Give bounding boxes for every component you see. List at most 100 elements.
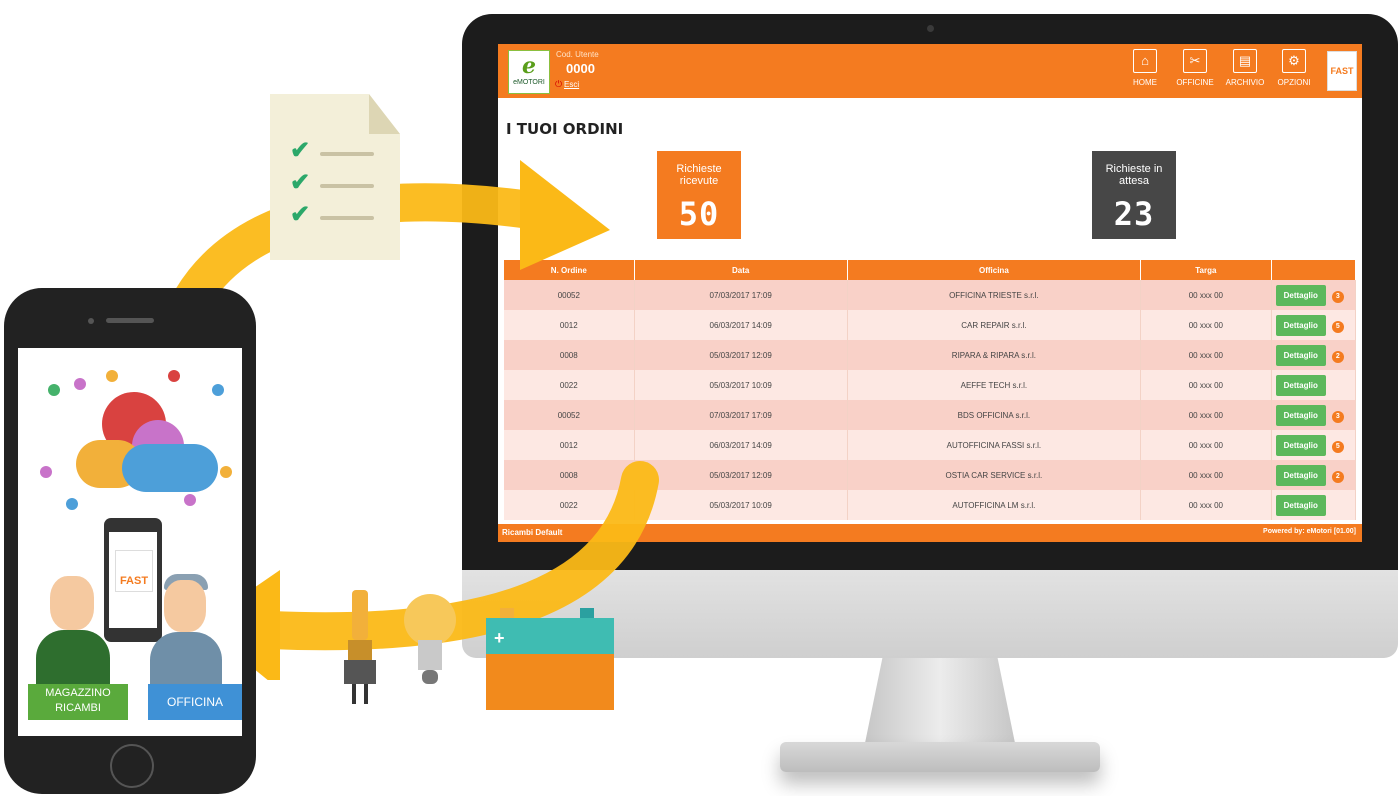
order-date: 05/03/2017 10:09: [634, 370, 848, 400]
mini-phone-icon: FAST: [104, 518, 162, 642]
order-actions: Dettaglio 2: [1271, 460, 1357, 490]
light-bulb-icon: [404, 594, 456, 684]
mechanic-head: [164, 580, 206, 632]
emotori-logo[interactable]: e eMOTORI: [508, 50, 550, 94]
check-icon: ✔: [290, 137, 311, 164]
order-plate: 00 xxx 00: [1140, 340, 1272, 370]
car-battery-icon: +: [486, 608, 614, 710]
label-officina: OFFICINA: [148, 684, 242, 720]
counter-waiting[interactable]: Richieste in attesa 23: [1092, 151, 1176, 239]
order-actions: Dettaglio: [1271, 490, 1357, 520]
phone-home-button[interactable]: [110, 744, 154, 788]
nav-officine[interactable]: ✂ OFFICINE: [1170, 49, 1220, 95]
mechanic-illustration: [150, 632, 222, 690]
detail-button[interactable]: Dettaglio: [1275, 404, 1326, 426]
check-icon: ✔: [290, 201, 311, 228]
app-header: e eMOTORI Cod. Utente 0000 ⏻ Esci ⌂ HOME…: [498, 44, 1362, 98]
order-number: 0022: [504, 370, 635, 400]
col-date[interactable]: Data: [634, 260, 848, 280]
power-icon[interactable]: ⏻: [555, 79, 562, 90]
archive-icon: ▤: [1233, 49, 1257, 73]
order-plate: 00 xxx 00: [1140, 460, 1272, 490]
order-plate: 00 xxx 00: [1140, 490, 1272, 520]
user-code-label: Cod. Utente: [556, 50, 599, 59]
camera-icon: [927, 25, 934, 32]
counter-waiting-label: Richieste in attesa: [1105, 163, 1163, 187]
table-header-row: N. Ordine Data Officina Targa: [504, 260, 1357, 280]
logo-text: eMOTORI: [513, 79, 545, 86]
mini-fast-logo: FAST: [115, 550, 153, 592]
footer-right-text: Powered by: eMotori [01.00]: [1263, 528, 1356, 535]
detail-button[interactable]: Dettaglio: [1275, 344, 1326, 366]
gear-icon: ⚙: [1282, 49, 1306, 73]
fast-logo-text: FAST: [1330, 66, 1354, 76]
notification-badge: 3: [1331, 290, 1344, 303]
order-shop: CAR REPAIR s.r.l.: [847, 310, 1142, 340]
document-line: [320, 152, 374, 156]
document-line: [320, 216, 374, 220]
phone-camera-icon: [88, 318, 94, 324]
headlight-bulb-icon: [344, 590, 376, 704]
nav-officine-label: OFFICINE: [1176, 78, 1214, 87]
order-shop: BDS OFFICINA s.r.l.: [847, 400, 1142, 430]
detail-button[interactable]: Dettaglio: [1275, 434, 1326, 456]
order-shop: AEFFE TECH s.r.l.: [847, 370, 1142, 400]
table-row[interactable]: 0022 05/03/2017 10:09 AEFFE TECH s.r.l. 00 …: [504, 370, 1357, 400]
service-icon: [106, 370, 118, 382]
counter-received-label: Richieste ricevute: [676, 163, 722, 187]
logout-link[interactable]: Esci: [564, 80, 579, 89]
col-actions: [1271, 260, 1357, 280]
table-row[interactable]: 0012 06/03/2017 14:09 CAR REPAIR s.r.l. 00 …: [504, 310, 1357, 340]
order-plate: 00 xxx 00: [1140, 400, 1272, 430]
nav-archivio-label: ARCHIVIO: [1225, 78, 1265, 87]
service-icon: [184, 494, 196, 506]
order-date: 06/03/2017 14:09: [634, 310, 848, 340]
order-plate: 00 xxx 00: [1140, 280, 1272, 310]
smartphone: FAST MAGAZZINO RICAMBI OFFICINA: [4, 288, 256, 794]
detail-button[interactable]: Dettaglio: [1275, 374, 1326, 396]
notification-badge: 2: [1331, 350, 1344, 363]
order-actions: Dettaglio 5: [1271, 430, 1357, 460]
order-date: 07/03/2017 17:09: [634, 280, 848, 310]
table-row[interactable]: 00052 07/03/2017 17:09 OFFICINA TRIESTE s.…: [504, 280, 1357, 310]
detail-button[interactable]: Dettaglio: [1275, 494, 1326, 516]
notification-badge: 5: [1331, 440, 1344, 453]
notification-badge: 5: [1331, 320, 1344, 333]
monitor-stand: [864, 658, 1016, 746]
mini-phone-screen: FAST: [109, 532, 157, 628]
order-actions: Dettaglio 3: [1271, 400, 1357, 430]
detail-button[interactable]: Dettaglio: [1275, 284, 1326, 306]
detail-button[interactable]: Dettaglio: [1275, 464, 1326, 486]
order-actions: Dettaglio 5: [1271, 310, 1357, 340]
monitor-stand-base: [780, 742, 1100, 772]
nav-opzioni[interactable]: ⚙ OPZIONI: [1272, 49, 1316, 95]
check-icon: ✔: [290, 169, 311, 196]
order-plate: 00 xxx 00: [1140, 310, 1272, 340]
service-icon: [48, 384, 60, 396]
table-row[interactable]: 0008 05/03/2017 12:09 RIPARA & RIPARA s.r.…: [504, 340, 1357, 370]
detail-button[interactable]: Dettaglio: [1275, 314, 1326, 336]
col-plate[interactable]: Targa: [1140, 260, 1272, 280]
document-line: [320, 184, 374, 188]
service-icon: [212, 384, 224, 396]
warehouse-worker-head: [50, 576, 94, 630]
order-shop: AUTOFFICINA FASSI s.r.l.: [847, 430, 1142, 460]
service-icon: [168, 370, 180, 382]
order-date: 05/03/2017 12:09: [634, 340, 848, 370]
order-shop: OSTIA CAR SERVICE s.r.l.: [847, 460, 1142, 490]
fast-logo[interactable]: FAST: [1327, 51, 1357, 91]
user-code-value: 0000: [566, 61, 595, 76]
nav-opzioni-label: OPZIONI: [1277, 78, 1311, 87]
warehouse-worker-illustration: [36, 630, 110, 690]
counter-received[interactable]: Richieste ricevute 50: [657, 151, 741, 239]
cloud-segment: [122, 444, 218, 492]
col-shop[interactable]: Officina: [847, 260, 1142, 280]
service-icon: [40, 466, 52, 478]
nav-home[interactable]: ⌂ HOME: [1128, 49, 1162, 95]
notification-badge: 3: [1331, 410, 1344, 423]
label-magazzino-ricambi: MAGAZZINO RICAMBI: [28, 684, 128, 720]
service-icon: [74, 378, 86, 390]
counter-waiting-value: 23: [1113, 195, 1155, 233]
nav-archivio[interactable]: ▤ ARCHIVIO: [1220, 49, 1270, 95]
order-actions: Dettaglio: [1271, 370, 1357, 400]
